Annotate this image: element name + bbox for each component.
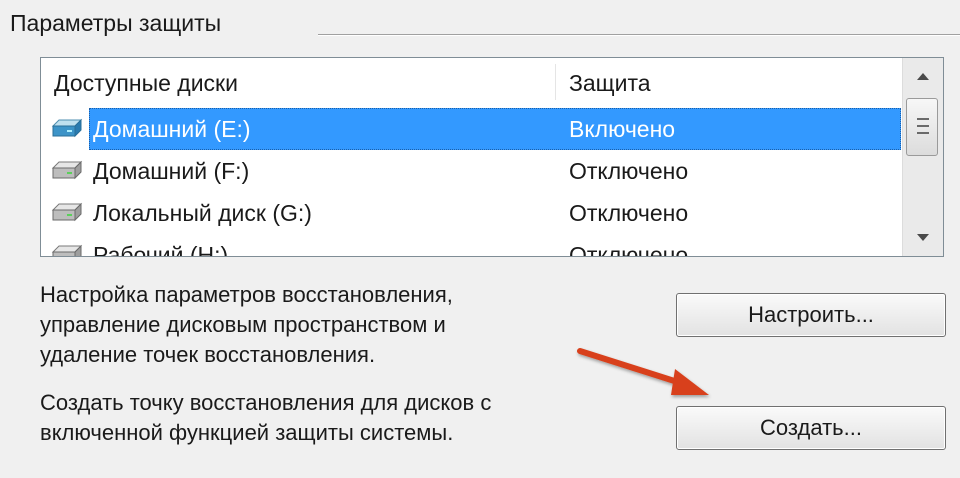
drive-icon (49, 160, 83, 182)
list-item-disk-f[interactable]: Домашний (F:) Отключено (41, 150, 903, 192)
disk-name: Рабочий (H:) (93, 242, 229, 257)
disk-name: Домашний (F:) (93, 158, 250, 184)
description-line: Настройка параметров восстановления, (40, 282, 453, 307)
drive-icon (49, 202, 83, 224)
configure-description: Настройка параметров восстановления, упр… (40, 280, 453, 370)
disk-name: Домашний (E:) (93, 116, 251, 142)
available-disks-list[interactable]: Доступные диски Защита Домашний (E:) Вкл… (40, 57, 944, 257)
list-item-disk-g[interactable]: Локальный диск (G:) Отключено (41, 192, 903, 234)
description-line: удаление точек восстановления. (40, 342, 376, 367)
vertical-scrollbar[interactable] (902, 58, 943, 256)
list-header: Доступные диски Защита (41, 58, 903, 104)
description-line: включенной функцией защиты системы. (40, 420, 454, 445)
scroll-thumb[interactable] (906, 98, 938, 156)
grip-line (917, 132, 929, 134)
disk-name: Локальный диск (G:) (93, 200, 312, 226)
protection-status: Отключено (569, 242, 689, 257)
drive-protected-icon (49, 118, 83, 140)
group-divider (318, 34, 960, 36)
configure-button[interactable]: Настроить... (676, 293, 946, 337)
protection-status: Отключено (569, 158, 689, 184)
pointer-arrow-icon (577, 348, 709, 395)
scroll-down-button[interactable] (903, 220, 943, 256)
scroll-up-button[interactable] (903, 58, 943, 94)
column-header-disks[interactable]: Доступные диски (54, 70, 238, 97)
caret-down-icon (917, 234, 929, 241)
group-title: Параметры защиты (10, 10, 222, 36)
caret-up-icon (917, 73, 929, 80)
list-item-disk-e[interactable]: Домашний (E:) Включено (41, 108, 903, 150)
create-button[interactable]: Создать... (676, 406, 946, 450)
column-header-protection[interactable]: Защита (569, 70, 651, 97)
protection-status: Включено (569, 116, 676, 142)
grip-line (917, 125, 929, 127)
column-separator[interactable] (555, 64, 556, 100)
drive-icon (49, 244, 83, 256)
list-item-disk-h[interactable]: Рабочий (H:) Отключено (41, 234, 903, 257)
protection-status: Отключено (569, 200, 689, 226)
description-line: управление дисковым пространством и (40, 312, 446, 337)
create-description: Создать точку восстановления для дисков … (40, 388, 491, 448)
description-line: Создать точку восстановления для дисков … (40, 390, 492, 415)
grip-line (917, 118, 929, 120)
